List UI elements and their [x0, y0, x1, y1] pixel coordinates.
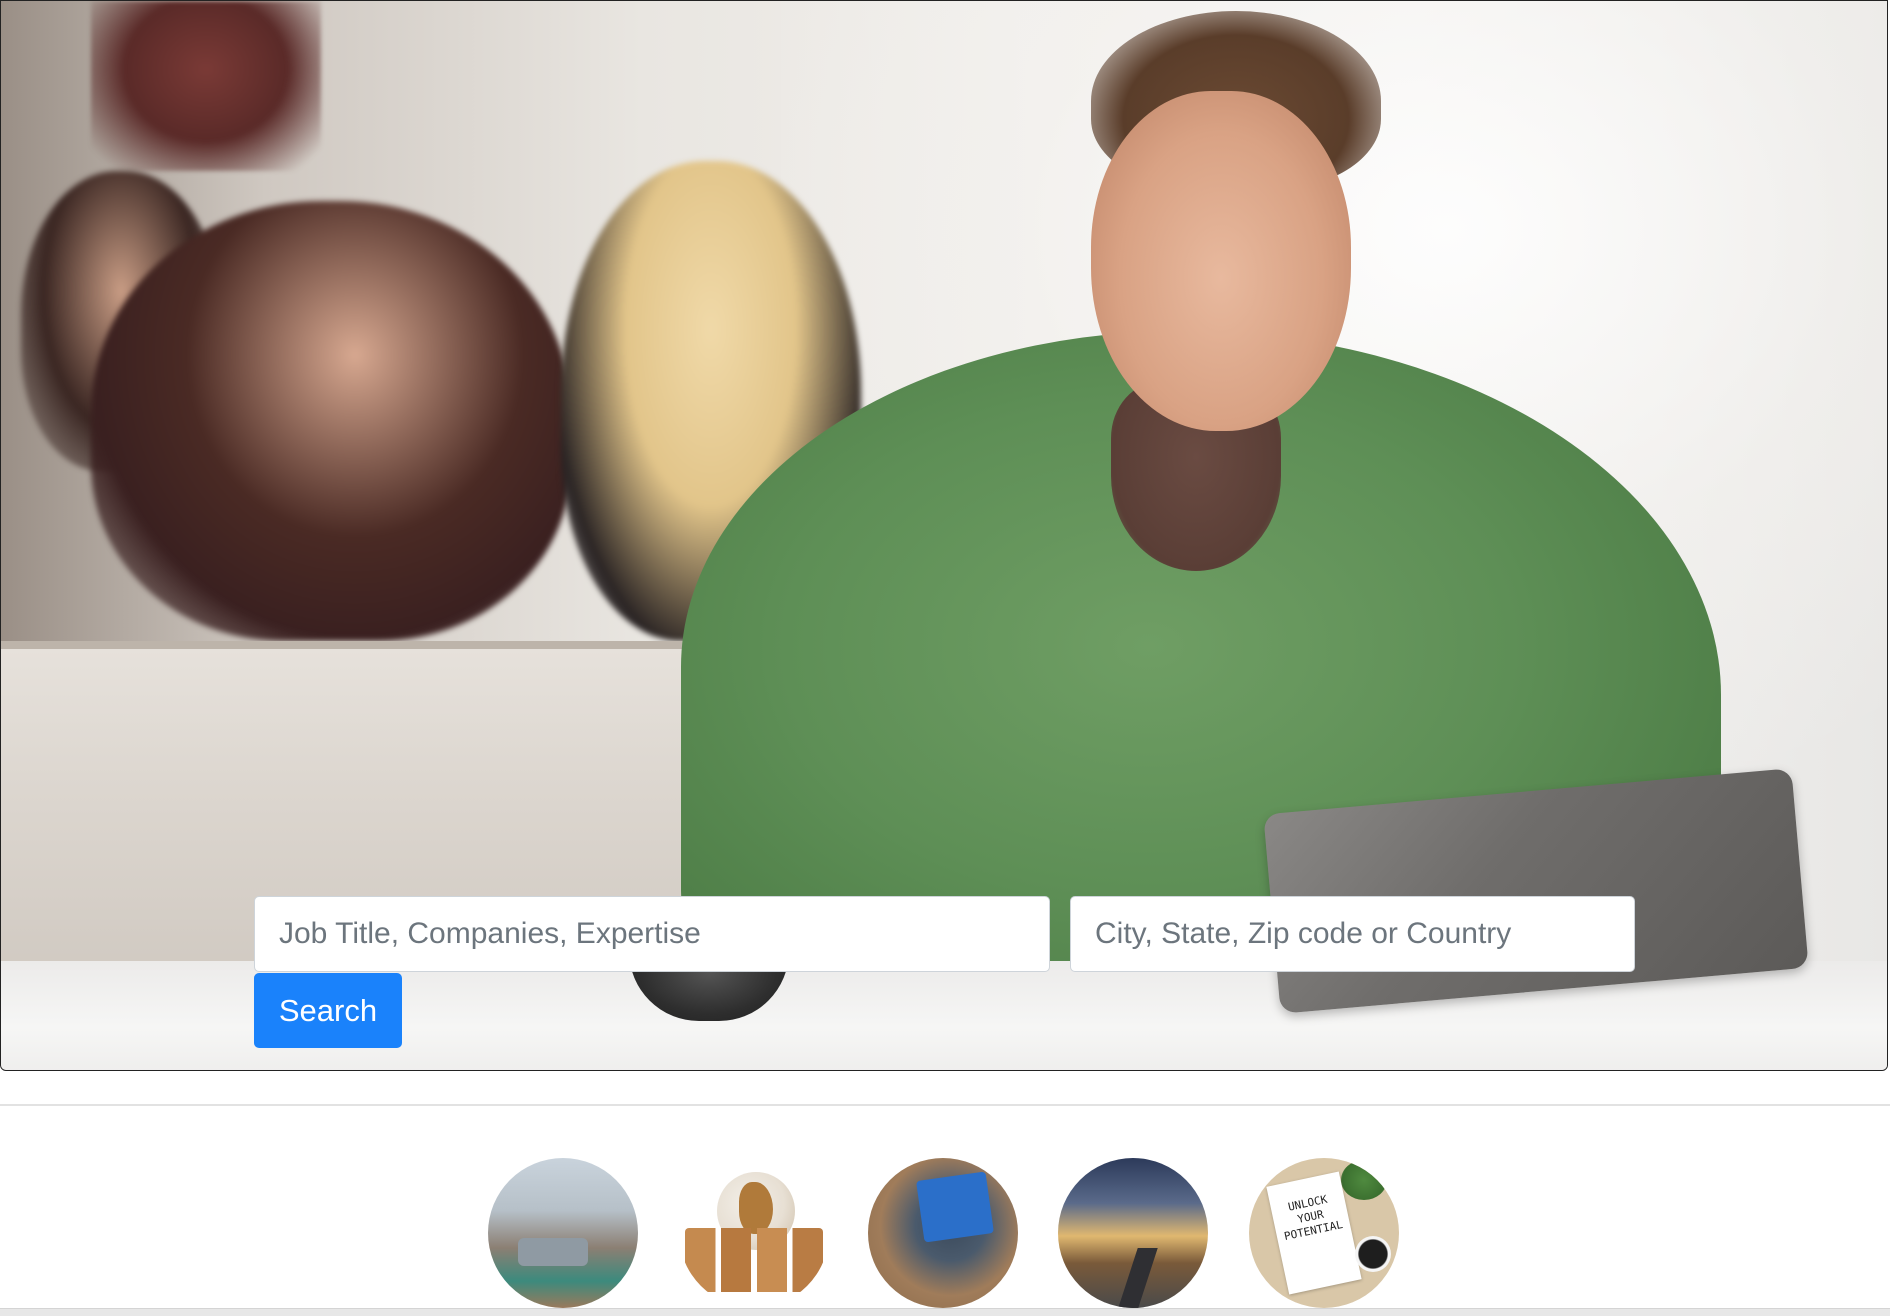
plant-icon: [1341, 1160, 1387, 1200]
hero-person-face: [1091, 91, 1351, 431]
location-search-input[interactable]: [1070, 896, 1635, 972]
hero-background-person: [91, 201, 571, 641]
category-carousel: UNLOCK YOUR POTENTIAL: [0, 1158, 1890, 1308]
job-search-input[interactable]: [254, 896, 1050, 972]
hero-curtain: [91, 1, 321, 171]
category-globe-with-boxes[interactable]: [679, 1158, 829, 1308]
section-divider: [0, 1104, 1890, 1106]
category-apartment-interior[interactable]: [488, 1158, 638, 1308]
boxes-icon: [685, 1228, 823, 1292]
category-open-road[interactable]: [1058, 1158, 1208, 1308]
bottom-scrollbar[interactable]: [0, 1308, 1890, 1316]
search-button[interactable]: Search: [254, 973, 402, 1048]
category-laptop-desk[interactable]: [868, 1158, 1018, 1308]
category-unlock-your-potential[interactable]: UNLOCK YOUR POTENTIAL: [1249, 1158, 1399, 1308]
coffee-mug-icon: [1355, 1236, 1391, 1272]
